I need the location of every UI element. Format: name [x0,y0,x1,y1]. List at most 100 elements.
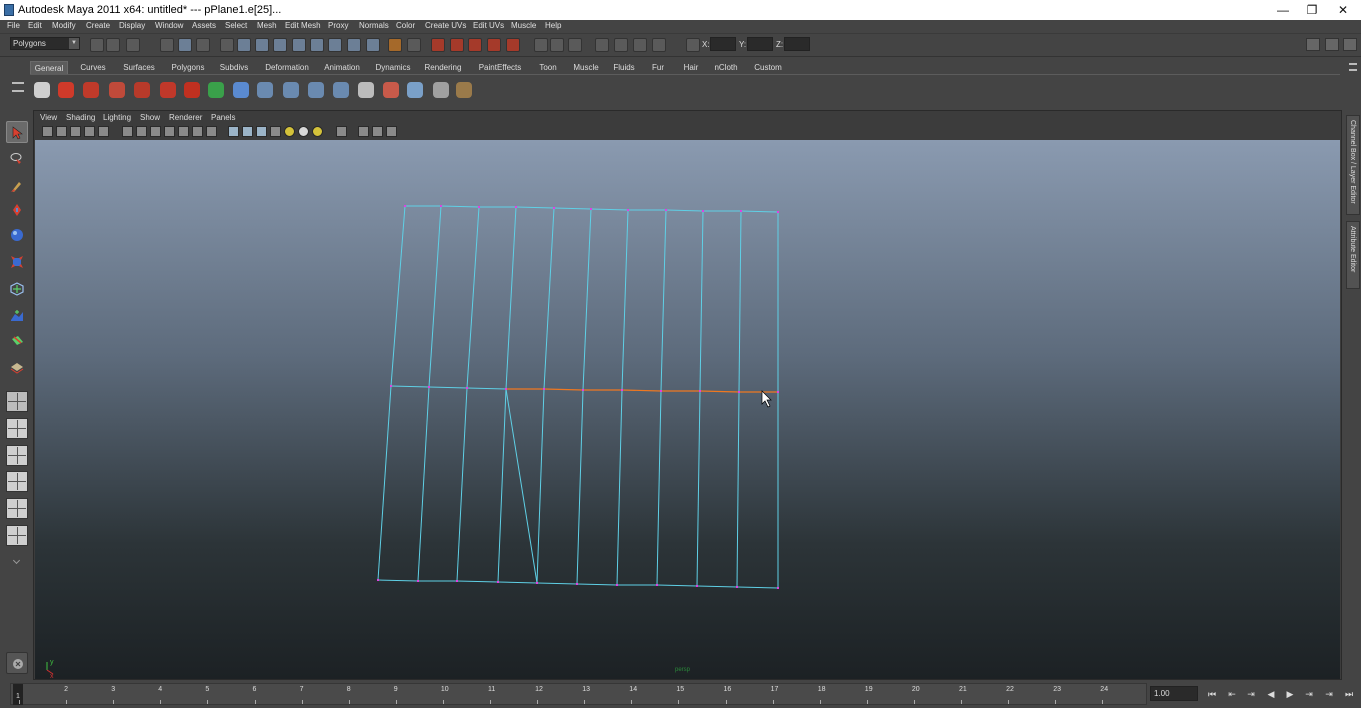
x-field[interactable] [710,37,736,51]
select-joints-icon[interactable] [255,38,269,52]
high-quality-icon[interactable] [312,126,323,137]
new-scene-icon[interactable] [90,38,104,52]
mesh-edge[interactable] [656,584,698,587]
mesh-vertex[interactable] [582,389,584,391]
universal-manipulator-tool[interactable] [6,278,28,300]
tool-settings-toggle-icon[interactable] [1325,38,1339,51]
backface-culling-icon[interactable] [386,126,397,137]
render-frame-icon[interactable] [595,38,609,52]
mesh-edge[interactable] [505,206,517,390]
bookmarks-icon[interactable] [70,126,81,137]
mesh-edge[interactable] [590,208,629,211]
layout-single-perspective-button[interactable] [6,391,28,412]
scale-tool[interactable] [6,251,28,273]
film-gate-icon[interactable] [136,126,147,137]
select-hierarchy-icon[interactable] [160,38,174,52]
isolate-select-icon[interactable] [336,126,347,137]
play-forwards-button[interactable]: ▶ [1283,687,1297,701]
open-scene-icon[interactable] [106,38,120,52]
shelf-tab-dynamics[interactable]: Dynamics [371,61,415,74]
menu-edit-uvs[interactable]: Edit UVs [473,21,504,30]
mesh-edge[interactable] [505,388,538,584]
toolbox-expand-icon[interactable] [12,556,21,565]
mesh-vertex[interactable] [699,390,701,392]
mesh-edge[interactable] [699,390,740,393]
soft-modification-tool[interactable] [6,304,28,326]
play-backwards-button[interactable]: ◀ [1264,687,1278,701]
mesh-edge[interactable] [377,579,419,582]
textured-icon[interactable] [270,126,281,137]
select-tool[interactable] [6,121,28,143]
mesh-vertex[interactable] [702,210,704,212]
close-button[interactable]: ✕ [1328,1,1358,19]
mesh-edge[interactable] [656,390,662,586]
panel-menu-renderer[interactable]: Renderer [169,113,202,122]
panel-menu-panels[interactable]: Panels [211,113,235,122]
mesh-edge[interactable] [390,385,430,388]
output-connections-icon[interactable] [550,38,564,52]
shelf-tab-general[interactable]: General [30,61,68,74]
shelf-blue-joint-4-icon[interactable] [330,79,352,101]
mesh-vertex[interactable] [428,386,430,388]
smooth-shade-icon[interactable] [242,126,253,137]
channel-box-toggle-icon[interactable] [1343,38,1357,51]
mesh-vertex[interactable] [660,390,662,392]
safe-title-icon[interactable] [206,126,217,137]
mesh-vertex[interactable] [553,207,555,209]
image-plane-icon[interactable] [84,126,95,137]
menu-color[interactable]: Color [396,21,415,30]
shelf-list-icon[interactable] [355,79,377,101]
panel-menu-show[interactable]: Show [140,113,160,122]
layout-persp-graph-button[interactable] [6,471,28,492]
rotate-tool[interactable] [6,224,28,246]
mesh-vertex[interactable] [377,579,379,581]
select-surfaces-icon[interactable] [292,38,306,52]
mesh-vertex[interactable] [456,580,458,582]
menu-create[interactable]: Create [86,21,110,30]
menu-proxy[interactable]: Proxy [328,21,348,30]
mesh-edge[interactable] [616,389,623,586]
mesh-edge[interactable] [515,206,555,209]
shelf-tab-hair[interactable]: Hair [679,61,703,74]
mesh-vertex[interactable] [536,582,538,584]
y-field[interactable] [747,37,773,51]
mesh-edge[interactable] [543,388,584,391]
menu-create-uvs[interactable]: Create UVs [425,21,466,30]
ipr-render-icon[interactable] [614,38,628,52]
menu-help[interactable]: Help [545,21,561,30]
panel-menu-lighting[interactable]: Lighting [103,113,131,122]
render-settings-icon[interactable] [633,38,647,52]
menu-muscle[interactable]: Muscle [511,21,536,30]
mesh-vertex[interactable] [616,584,618,586]
mesh-edge[interactable] [576,583,618,586]
shelf-red-scissors-icon[interactable] [80,79,102,101]
go-to-end-button[interactable]: ⏭ [1342,687,1356,701]
layout-four-view-button[interactable] [6,418,28,439]
mesh-vertex[interactable] [736,586,738,588]
shelf-tab-polygons[interactable]: Polygons [167,61,209,74]
menu-mesh[interactable]: Mesh [257,21,277,30]
move-tool[interactable] [6,199,28,221]
highlight-selection-icon[interactable] [407,38,421,52]
mesh-vertex[interactable] [621,389,623,391]
paint-select-tool[interactable] [6,175,28,197]
shelf-tab-curves[interactable]: Curves [76,61,110,74]
xray-joints-icon[interactable] [372,126,383,137]
mesh-vertex[interactable] [656,584,658,586]
select-dynamics-icon[interactable] [328,38,342,52]
mesh-edge[interactable] [582,208,592,391]
mesh-vertex[interactable] [777,391,779,393]
plane-mesh-wireframe[interactable] [35,140,1340,679]
mesh-edge[interactable] [553,207,592,210]
select-misc-icon[interactable] [366,38,380,52]
mesh-vertex[interactable] [543,388,545,390]
shelf-cylinder-icon[interactable] [404,79,426,101]
safe-action-icon[interactable] [192,126,203,137]
mesh-vertex[interactable] [740,210,742,212]
shelf-tab-painteffects[interactable]: PaintEffects [475,61,525,74]
shelf-sphere-checker-icon[interactable] [31,79,53,101]
layout-hypershade-persp-button[interactable] [6,498,28,519]
mesh-edge[interactable] [377,385,392,581]
mesh-edge[interactable] [699,210,704,392]
menu-edit[interactable]: Edit [28,21,42,30]
